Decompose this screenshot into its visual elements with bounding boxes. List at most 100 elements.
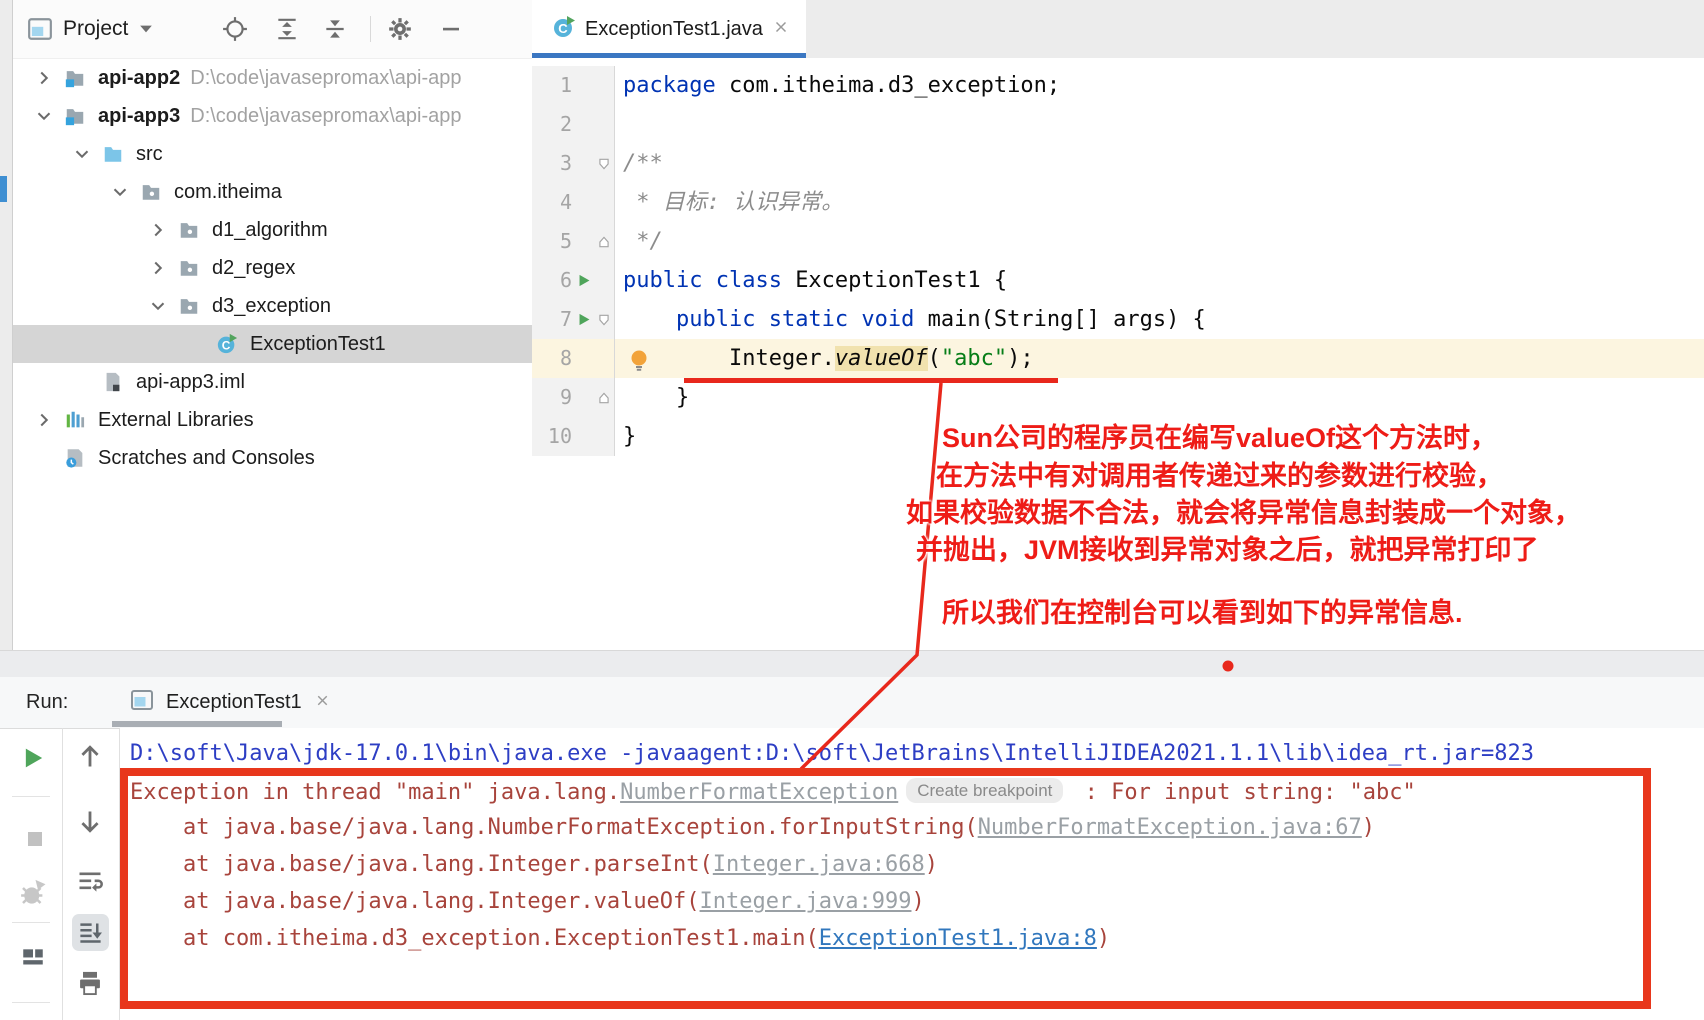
chevron-right-icon[interactable]	[29, 67, 59, 89]
scroll-to-end-button[interactable]	[72, 914, 109, 951]
tree-row-api-app3-iml[interactable]: api-app3.iml	[13, 363, 532, 401]
tree-item-label: api-app3	[98, 104, 181, 127]
stacktrace-link[interactable]: NumberFormatException.java:67	[978, 815, 1362, 840]
scratches-icon	[59, 447, 91, 469]
tree-row-scratches-and-consoles[interactable]: Scratches and Consoles	[13, 439, 532, 477]
console-line: D:\soft\Java\jdk-17.0.1\bin\java.exe -ja…	[130, 735, 1704, 772]
close-icon[interactable]	[772, 18, 790, 41]
tree-row-api-app3[interactable]: api-app3 D:\code\javasepromax\api-app	[13, 97, 532, 135]
chevron-right-icon[interactable]	[143, 257, 173, 279]
code-segment: )	[1361, 815, 1376, 840]
code-line-2[interactable]: 2	[532, 105, 1704, 144]
run-line-icon[interactable]	[572, 272, 596, 289]
stacktrace-link[interactable]: Integer.java:999	[700, 889, 912, 914]
editor-body[interactable]: 1 package com.itheima.d3_exception; 2 3 /** 4…	[532, 58, 1704, 650]
code-line-4[interactable]: 4 * 目标: 认识异常。	[532, 183, 1704, 222]
print-button[interactable]	[76, 969, 104, 997]
code-segment: at java.base/java.lang.Integer.valueOf(	[130, 889, 700, 914]
code-text[interactable]: /**	[615, 144, 1704, 183]
code-text[interactable]: public class ExceptionTest1 {	[615, 261, 1704, 300]
line-number: 9	[559, 385, 572, 409]
stacktrace-link[interactable]: Integer.java:668	[713, 852, 925, 877]
tree-row-d3-exception[interactable]: d3_exception	[13, 287, 532, 325]
code-line-8[interactable]: 8 Integer.valueOf("abc");	[532, 339, 1704, 378]
create-breakpoint-button[interactable]: Create breakpoint	[906, 778, 1064, 803]
fold-marker-up[interactable]	[596, 391, 612, 405]
soft-wrap-button[interactable]	[76, 868, 104, 896]
tree-row-src[interactable]: src	[13, 135, 532, 173]
class-file-icon: C	[552, 15, 576, 44]
code-line-3[interactable]: 3 /**	[532, 144, 1704, 183]
code-line-6[interactable]: 6 public class ExceptionTest1 {	[532, 261, 1704, 300]
code-line-5[interactable]: 5 */	[532, 222, 1704, 261]
code-text[interactable]: public static void main(String[] args) {	[615, 300, 1704, 339]
code-area[interactable]: 1 package com.itheima.d3_exception; 2 3 /** 4…	[532, 58, 1704, 456]
tree-row-d2-regex[interactable]: d2_regex	[13, 249, 532, 287]
close-icon[interactable]	[314, 692, 331, 714]
libraries-icon	[59, 409, 91, 431]
project-panel-title: Project	[63, 17, 129, 40]
package-folder-icon	[173, 219, 205, 241]
tree-item-label: ExceptionTest1	[250, 332, 386, 355]
code-segment: public class	[623, 268, 796, 293]
panel-splitter[interactable]	[0, 650, 1704, 678]
code-line-7[interactable]: 7 public static void main(String[] args)…	[532, 300, 1704, 339]
run-line-icon[interactable]	[572, 311, 596, 328]
chevron-down-icon[interactable]	[136, 19, 156, 39]
run-tab-label: ExceptionTest1	[166, 691, 302, 713]
stacktrace-link[interactable]: NumberFormatException	[620, 780, 898, 805]
code-line-1[interactable]: 1 package com.itheima.d3_exception;	[532, 66, 1704, 105]
code-line-10[interactable]: 10}	[532, 417, 1704, 456]
fold-marker-up[interactable]	[596, 235, 612, 249]
chevron-right-icon[interactable]	[143, 219, 173, 241]
console-output[interactable]: D:\soft\Java\jdk-17.0.1\bin\java.exe -ja…	[120, 728, 1704, 1020]
up-stack-trace-button[interactable]	[76, 742, 104, 770]
restart-debug-icon[interactable]	[18, 878, 48, 908]
code-text[interactable]: package com.itheima.d3_exception;	[615, 66, 1704, 105]
code-text[interactable]: }	[615, 378, 1704, 417]
code-text[interactable]: */	[615, 222, 1704, 261]
tree-row-external-libraries[interactable]: External Libraries	[13, 401, 532, 439]
chevron-down-icon[interactable]	[143, 295, 173, 317]
tab-exceptiontest1-java[interactable]: C ExceptionTest1.java	[532, 0, 806, 58]
chevron-down-icon[interactable]	[29, 105, 59, 127]
locate-file-button[interactable]	[222, 16, 248, 42]
hide-panel-button[interactable]	[439, 17, 463, 41]
down-stack-trace-button[interactable]	[76, 808, 104, 836]
chevron-right-icon[interactable]	[29, 409, 59, 431]
tree-row-d1-algorithm[interactable]: d1_algorithm	[13, 211, 532, 249]
chevron-down-icon[interactable]	[67, 143, 97, 165]
code-text[interactable]: Integer.valueOf("abc");	[615, 339, 1704, 378]
code-segment: * 目标: 认识异常。	[623, 190, 844, 215]
stop-button[interactable]	[23, 827, 47, 851]
src-folder-icon	[97, 143, 129, 165]
rerun-button[interactable]	[20, 744, 48, 772]
fold-marker-down[interactable]	[596, 313, 612, 327]
tree-item-label: d1_algorithm	[212, 218, 328, 241]
run-dashboard-icon[interactable]	[20, 945, 46, 971]
stacktrace-link[interactable]: ExceptionTest1.java:8	[819, 926, 1097, 951]
project-panel-header: Project	[13, 0, 532, 59]
code-segment: /**	[623, 151, 663, 176]
tree-item-path: D:\code\javasepromax\api-app	[190, 104, 462, 127]
expand-all-button[interactable]	[274, 16, 300, 42]
code-text[interactable]	[615, 105, 1704, 144]
code-segment: public static void	[675, 307, 928, 332]
tree-row-api-app2[interactable]: api-app2 D:\code\javasepromax\api-app	[13, 59, 532, 97]
tree-item-label: com.itheima	[174, 180, 282, 203]
code-segment: package	[623, 73, 729, 98]
tree-item-label: d2_regex	[212, 256, 296, 279]
tree-row-exceptiontest1[interactable]: C ExceptionTest1	[13, 325, 532, 363]
fold-marker-down[interactable]	[596, 157, 612, 171]
editor-tab-bar: C ExceptionTest1.java	[532, 0, 1704, 58]
code-text[interactable]: }	[615, 417, 1704, 456]
code-text[interactable]: * 目标: 认识异常。	[615, 183, 1704, 222]
chevron-down-icon[interactable]	[105, 181, 135, 203]
gear-icon[interactable]	[387, 16, 413, 42]
collapse-all-button[interactable]	[322, 16, 348, 42]
console-line: at java.base/java.lang.Integer.valueOf(I…	[130, 883, 1704, 920]
tree-row-com-itheima[interactable]: com.itheima	[13, 173, 532, 211]
console-line: at java.base/java.lang.Integer.parseInt(…	[130, 846, 1704, 883]
code-line-9[interactable]: 9 }	[532, 378, 1704, 417]
